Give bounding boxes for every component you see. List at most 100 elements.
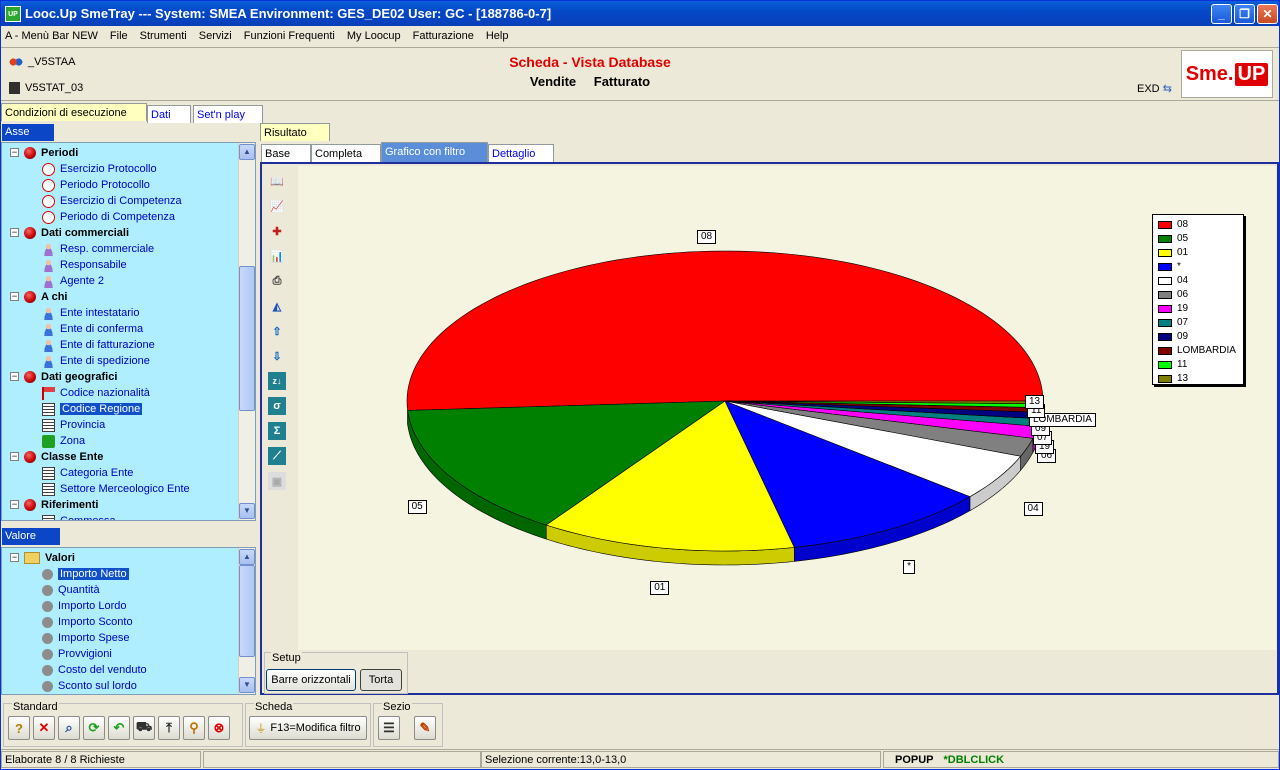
asse-scrollbar[interactable]: ▲ ▼ [238, 143, 255, 520]
tree-item[interactable]: Quantità [42, 582, 100, 598]
tab-risultato[interactable]: Risultato [260, 123, 330, 141]
line-chart-icon[interactable]: 📈 [268, 197, 286, 215]
scroll-down-icon[interactable]: ▼ [239, 503, 255, 519]
torta-button[interactable]: Torta [360, 669, 402, 691]
print-icon[interactable]: ⎙ [268, 272, 286, 290]
crosshair-icon[interactable]: ✚ [268, 222, 286, 240]
chart-area[interactable] [298, 166, 1276, 650]
tree-item-label: Commessa [60, 515, 116, 521]
valore-scrollbar[interactable]: ▲ ▼ [238, 548, 255, 694]
scroll-up-icon[interactable]: ▲ [239, 144, 255, 160]
cancel-icon[interactable]: ✕ [33, 716, 55, 740]
help-icon[interactable]: ? [8, 716, 30, 740]
tree-group[interactable]: − A chi [10, 289, 68, 305]
tree-item[interactable]: Responsabile [42, 257, 127, 273]
tree-group[interactable]: − Classe Ente [10, 449, 103, 465]
restore-button[interactable]: ❐ [1234, 4, 1255, 24]
pie-data-label: 13 [1025, 395, 1045, 409]
tree-item[interactable]: Esercizio Protocollo [42, 161, 157, 177]
scroll-thumb[interactable] [239, 565, 255, 657]
tree-group[interactable]: − Dati geografici [10, 369, 117, 385]
tree-item[interactable]: Zona [42, 433, 85, 449]
bar-chart-icon[interactable]: 📊 [268, 247, 286, 265]
tree-item[interactable]: Periodo di Competenza [42, 209, 175, 225]
search-icon[interactable]: ⌕ [58, 716, 80, 740]
folder-icon [24, 552, 40, 564]
tree-item[interactable]: Importo Spese [42, 630, 130, 646]
collapse-icon[interactable]: − [10, 148, 19, 157]
tree-item[interactable]: Agente 2 [42, 273, 104, 289]
collapse-icon[interactable]: − [10, 500, 19, 509]
tree-item[interactable]: Resp. commerciale [42, 241, 154, 257]
tree-item[interactable]: Importo Netto [42, 566, 129, 582]
cart-icon[interactable]: ⛟ [133, 716, 155, 740]
refresh-icon[interactable]: ⟳ [83, 716, 105, 740]
menu-item[interactable]: My Loocup [347, 30, 401, 42]
menu-item[interactable]: Servizi [199, 30, 232, 42]
trend-icon[interactable]: ⟋ [268, 447, 286, 465]
tree-item[interactable]: Importo Lordo [42, 598, 126, 614]
tab-condizioni[interactable]: Condizioni di esecuzione [1, 103, 147, 121]
tab-dati[interactable]: Dati [147, 105, 191, 123]
exd-indicator[interactable]: EXD ⇆ [1137, 82, 1172, 95]
tree-item[interactable]: Codice nazionalità [42, 385, 150, 401]
tab-completa[interactable]: Completa [311, 144, 381, 162]
menu-item[interactable]: Help [486, 30, 509, 42]
tree-group[interactable]: − Dati commerciali [10, 225, 129, 241]
scroll-thumb[interactable] [239, 266, 255, 411]
collapse-icon[interactable]: − [10, 372, 19, 381]
sort-down-icon[interactable]: ⇩ [268, 347, 286, 365]
sigma-lower-icon[interactable]: σ [268, 397, 286, 415]
collapse-icon[interactable]: − [10, 553, 19, 562]
tree-group[interactable]: − Periodi [10, 145, 78, 161]
asse-tree[interactable]: ▲ ▼ − Periodi Esercizio Protocollo Periodo … [1, 142, 256, 521]
tree-item[interactable]: Codice Regione [42, 401, 143, 417]
tree-item[interactable]: Ente intestatario [42, 305, 140, 321]
tree-item[interactable]: Esercizio di Competenza [42, 193, 182, 209]
tree-group[interactable]: − Valori [10, 550, 75, 566]
collapse-icon[interactable]: − [10, 292, 19, 301]
tree-item[interactable]: Provincia [42, 417, 105, 433]
tree-item[interactable]: Sconto sul lordo [42, 678, 137, 694]
tree-item[interactable]: Settore Merceologico Ente [42, 481, 190, 497]
menu-item[interactable]: A - Menù Bar NEW [5, 30, 98, 42]
minimize-button[interactable]: _ [1211, 4, 1232, 24]
stop-icon[interactable]: ⊗ [208, 716, 230, 740]
collapse-icon[interactable]: − [10, 228, 19, 237]
barre-orizzontali-button[interactable]: Barre orizzontali [266, 669, 356, 691]
sigma-icon[interactable]: Σ [268, 422, 286, 440]
tab-setnplay[interactable]: Set'n play [193, 105, 263, 123]
sort-up-icon[interactable]: ⇧ [268, 322, 286, 340]
tree-item[interactable]: Costo del venduto [42, 662, 147, 678]
sort-az-icon[interactable]: z↓ [268, 372, 286, 390]
menu-item[interactable]: Fatturazione [413, 30, 474, 42]
export-icon[interactable]: ⤒ [158, 716, 180, 740]
book-icon[interactable]: 📖 [268, 172, 286, 190]
tree-item[interactable]: Ente di spedizione [42, 353, 150, 369]
area-chart-icon[interactable]: ◭ [268, 297, 286, 315]
menu-item[interactable]: Funzioni Frequenti [244, 30, 335, 42]
scroll-up-icon[interactable]: ▲ [239, 549, 255, 565]
zoom-icon[interactable]: ⚲ [183, 716, 205, 740]
close-button[interactable]: ✕ [1257, 4, 1278, 24]
tree-item[interactable]: Ente di fatturazione [42, 337, 155, 353]
tree-item[interactable]: Importo Sconto [42, 614, 133, 630]
scroll-down-icon[interactable]: ▼ [239, 677, 255, 693]
valore-tree[interactable]: ▲ ▼ − Valori Importo Netto Quantità Importo … [1, 547, 256, 695]
collapse-icon[interactable]: − [10, 452, 19, 461]
list-icon[interactable]: ☰ [378, 716, 400, 740]
edit-icon[interactable]: ✎ [414, 716, 436, 740]
tree-item[interactable]: Periodo Protocollo [42, 177, 150, 193]
tree-item[interactable]: Provvigioni [42, 646, 112, 662]
modifica-filtro-button[interactable]: ⏚ F13=Modifica filtro [249, 716, 367, 740]
menu-item[interactable]: File [110, 30, 128, 42]
tree-item[interactable]: Commessa [42, 513, 116, 521]
tree-item[interactable]: Ente di conferma [42, 321, 143, 337]
back-icon[interactable]: ↶ [108, 716, 130, 740]
tab-base[interactable]: Base [261, 144, 311, 162]
tab-dettaglio[interactable]: Dettaglio [488, 144, 554, 162]
tree-item[interactable]: Categoria Ente [42, 465, 133, 481]
tab-grafico-filtro[interactable]: Grafico con filtro [381, 142, 488, 162]
tree-group[interactable]: − Riferimenti [10, 497, 98, 513]
menu-item[interactable]: Strumenti [140, 30, 187, 42]
